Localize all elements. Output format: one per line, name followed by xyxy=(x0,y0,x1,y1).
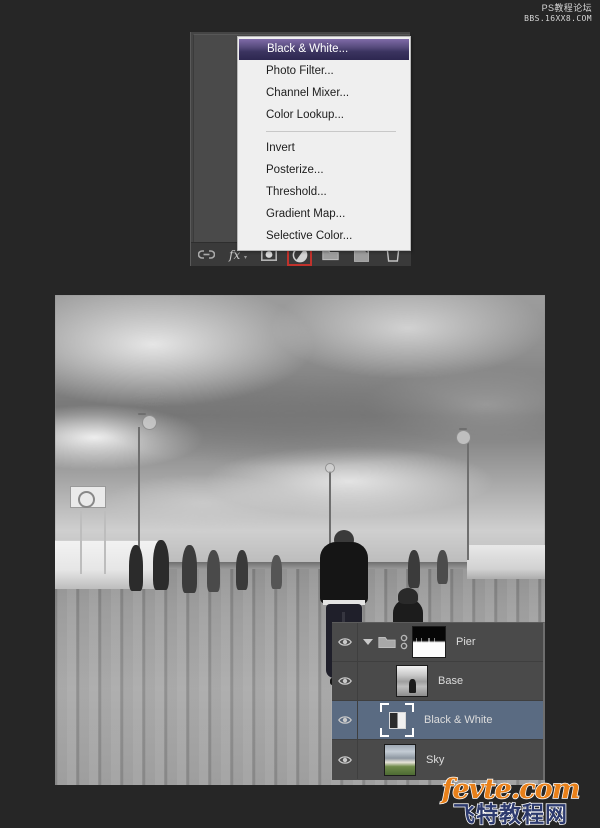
menu-separator xyxy=(266,131,396,132)
pedestrian-6 xyxy=(270,554,282,589)
pedestrian-7 xyxy=(407,549,420,588)
watermark-top: PS教程论坛 BBS.16XX8.COM xyxy=(524,3,592,23)
pedestrian-1 xyxy=(128,544,143,591)
mask-link-icon[interactable] xyxy=(399,634,409,650)
pedestrian-2 xyxy=(153,540,169,590)
layer-name-black-and-white: Black & White xyxy=(424,714,493,726)
pedestrian-4 xyxy=(206,549,220,592)
layer-thumbnail-sky[interactable] xyxy=(384,743,416,776)
menu-item-gradient-map[interactable]: Gradient Map... xyxy=(238,203,410,225)
layer-mask-thumbnail-pier[interactable] xyxy=(412,626,446,658)
layer-thumbnail-area-sky[interactable] xyxy=(358,740,416,779)
layers-panel: Pier Base Black & White Sky xyxy=(332,622,545,780)
layer-thumbnail-area-black-and-white[interactable] xyxy=(358,701,414,739)
visibility-toggle-pier[interactable] xyxy=(332,623,358,661)
sign-post-right xyxy=(104,510,106,575)
visibility-toggle-black-and-white[interactable] xyxy=(332,701,358,739)
pedestrian-8 xyxy=(437,549,449,584)
layer-name-pier: Pier xyxy=(456,636,476,648)
street-lamp-left xyxy=(138,413,158,565)
black-and-white-adjustment-icon[interactable] xyxy=(380,703,414,737)
visibility-toggle-sky[interactable] xyxy=(332,740,358,779)
pedestrian-5 xyxy=(236,549,249,590)
menu-item-posterize[interactable]: Posterize... xyxy=(238,159,410,181)
sky-region xyxy=(55,295,545,570)
layer-name-sky: Sky xyxy=(426,753,445,766)
expand-group-triangle-icon[interactable] xyxy=(363,639,373,645)
layer-thumbnail-area-pier[interactable] xyxy=(358,623,446,661)
information-sign xyxy=(69,486,106,509)
layer-row-sky[interactable]: Sky xyxy=(332,740,543,779)
menu-item-photo-filter[interactable]: Photo Filter... xyxy=(238,60,410,82)
pedestrian-3 xyxy=(182,544,198,593)
visibility-toggle-base[interactable] xyxy=(332,662,358,700)
watermark-top-line1: PS教程论坛 xyxy=(541,3,592,13)
menu-item-threshold[interactable]: Threshold... xyxy=(238,181,410,203)
menu-item-invert[interactable]: Invert xyxy=(238,137,410,159)
folder-icon xyxy=(378,637,396,648)
watermark-top-line2: BBS.16XX8.COM xyxy=(524,13,592,23)
layer-name-base: Base xyxy=(438,675,464,687)
layer-thumbnail-area-base[interactable] xyxy=(358,662,428,700)
link-layers-icon[interactable] xyxy=(191,243,222,267)
watermark-bottom-line2: 飞特教程网 xyxy=(452,802,568,827)
selection-brackets-icon xyxy=(380,703,414,737)
layer-thumbnail-base[interactable] xyxy=(396,665,428,697)
railing-right xyxy=(466,544,545,580)
layer-row-base[interactable]: Base xyxy=(332,662,543,701)
street-lamp-right xyxy=(455,428,471,560)
photoshop-screenshot: PS教程论坛 BBS.16XX8.COM fx Black & White...… xyxy=(0,0,600,828)
layer-row-pier[interactable]: Pier xyxy=(332,623,543,662)
adjustment-layer-menu[interactable]: Black & White... Photo Filter... Channel… xyxy=(237,36,411,251)
menu-item-color-lookup[interactable]: Color Lookup... xyxy=(238,104,410,126)
menu-item-black-and-white[interactable]: Black & White... xyxy=(239,39,409,60)
sign-post-left xyxy=(79,510,82,575)
menu-item-channel-mixer[interactable]: Channel Mixer... xyxy=(238,82,410,104)
menu-item-selective-color[interactable]: Selective Color... xyxy=(238,225,410,247)
layer-row-black-and-white[interactable]: Black & White xyxy=(332,701,543,740)
